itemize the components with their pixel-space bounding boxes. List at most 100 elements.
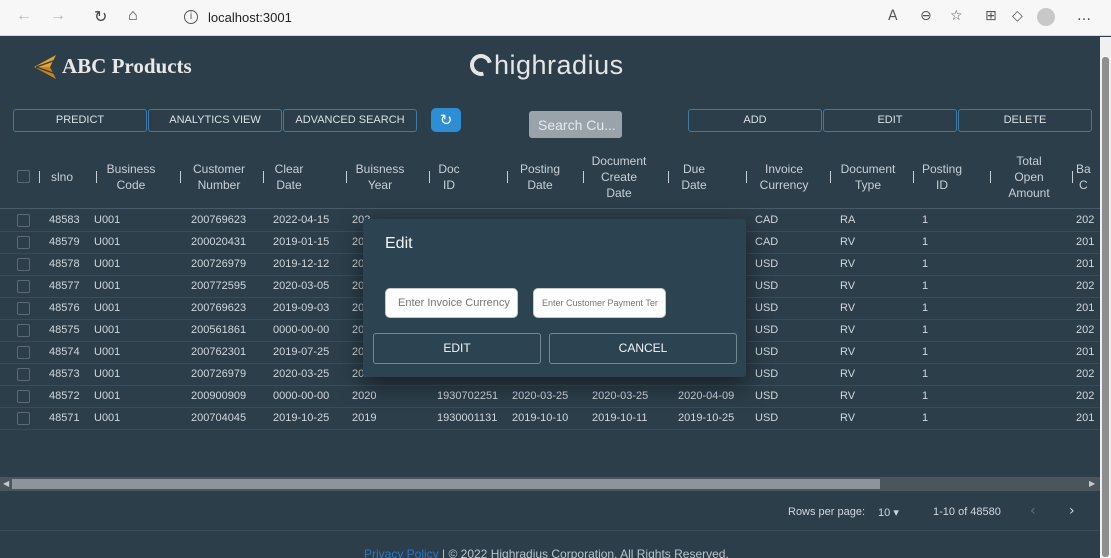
row-checkbox[interactable] — [17, 368, 30, 381]
table-cell: 200726979 — [191, 368, 247, 380]
header-posting-date[interactable]: Posting Date — [512, 144, 568, 209]
header-customer-number[interactable]: Customer Number — [184, 144, 254, 209]
table-cell: 48576 — [49, 302, 80, 314]
row-checkbox[interactable] — [17, 412, 30, 425]
collections-icon[interactable]: ⊞ — [985, 8, 997, 24]
forward-icon[interactable]: → — [50, 7, 66, 25]
analytics-view-button[interactable]: ANALYTICS VIEW — [148, 109, 282, 132]
vertical-scrollbar[interactable] — [1100, 37, 1111, 558]
zoom-icon[interactable]: ⊖ — [920, 8, 932, 24]
row-checkbox[interactable] — [17, 214, 30, 227]
table-cell: USD — [755, 280, 779, 292]
url-text: localhost:3001 — [208, 10, 292, 25]
table-cell: 48578 — [49, 258, 80, 270]
refresh-button[interactable]: ↻ — [431, 108, 461, 132]
info-icon[interactable]: i — [184, 10, 198, 24]
table-cell: 200561861 — [191, 324, 247, 336]
table-cell: 2022-04-15 — [273, 214, 330, 226]
row-checkbox[interactable] — [17, 324, 30, 337]
brand-name: ABC Products — [62, 54, 192, 78]
rows-per-page-select[interactable]: 10 ▾ — [878, 506, 899, 519]
table-cell: 2019-01-15 — [273, 236, 330, 248]
table-cell: 202 — [1076, 280, 1095, 292]
table-row[interactable]: 48572 U001 200900909 0000-00-00 2020 19307022… — [0, 386, 1100, 408]
home-icon[interactable]: ⌂ — [128, 7, 138, 25]
reload-icon[interactable]: ↻ — [94, 7, 107, 27]
table-cell: RV — [840, 412, 856, 424]
table-cell: 200769623 — [191, 214, 247, 226]
delete-button[interactable]: DELETE — [958, 109, 1092, 132]
table-cell: RV — [840, 390, 856, 402]
header-baseline-create[interactable]: Ba C — [1076, 144, 1100, 209]
header-document-type[interactable]: Document Type — [836, 144, 900, 209]
next-page-icon[interactable]: › — [1069, 503, 1075, 519]
table-cell: 2019-10-11 — [592, 412, 648, 424]
back-icon[interactable]: ← — [16, 7, 32, 25]
table-cell: 1 — [922, 368, 929, 380]
invoice-currency-input[interactable]: Enter Invoice Currency — [385, 288, 518, 318]
table-cell: 48574 — [49, 346, 80, 358]
header-invoice-currency[interactable]: Invoice Currency — [752, 144, 816, 209]
scrollbar-thumb[interactable] — [12, 479, 880, 489]
header-clear-date[interactable]: Clear Date — [266, 144, 312, 209]
dialog-edit-button[interactable]: EDIT — [373, 333, 541, 364]
add-button[interactable]: ADD — [688, 109, 822, 132]
header-due-date[interactable]: Due Date — [674, 144, 714, 209]
read-aloud-icon[interactable]: A — [888, 8, 898, 24]
table-cell: USD — [755, 412, 779, 424]
pagination-range: 1-10 of 48580 — [933, 506, 1001, 518]
column-separator — [583, 171, 584, 183]
header-total-open-amount[interactable]: Total Open Amount — [1000, 144, 1058, 209]
previous-page-icon[interactable]: ‹ — [1030, 503, 1036, 519]
row-checkbox[interactable] — [17, 390, 30, 403]
table-cell: 201 — [1076, 236, 1095, 248]
header-business-code[interactable]: Business Code — [100, 144, 162, 209]
row-checkbox[interactable] — [17, 346, 30, 359]
table-cell: 1 — [922, 280, 929, 292]
table-cell: 48573 — [49, 368, 80, 380]
table-cell: 200020431 — [191, 236, 247, 248]
column-separator — [429, 171, 430, 183]
edit-button[interactable]: EDIT — [823, 109, 957, 132]
table-row[interactable]: 48571 U001 200704045 2019-10-25 2019 19300011… — [0, 408, 1100, 430]
horizontal-scrollbar[interactable]: ◀ ▶ — [0, 477, 1100, 491]
table-cell: 200726979 — [191, 258, 247, 270]
table-cell: 48572 — [49, 390, 80, 402]
scroll-left-icon[interactable]: ◀ — [3, 477, 9, 491]
dropdown-arrow-icon: ▾ — [893, 507, 899, 519]
predict-button[interactable]: PREDICT — [13, 109, 147, 132]
table-cell: 200762301 — [191, 346, 247, 358]
table-cell: 1 — [922, 258, 929, 270]
profile-avatar[interactable] — [1037, 8, 1055, 26]
header-buisness-year[interactable]: Buisness Year — [348, 144, 412, 209]
favorite-icon[interactable]: ☆ — [950, 8, 963, 24]
table-cell: 1 — [922, 346, 929, 358]
column-separator — [668, 171, 669, 183]
footer-divider — [0, 530, 1100, 531]
header-slno[interactable]: slno — [42, 144, 82, 209]
header-posting-id[interactable]: Posting ID — [916, 144, 968, 209]
table-cell: 0000-00-00 — [273, 324, 330, 336]
table-cell: 202 — [1076, 324, 1095, 336]
dialog-cancel-button[interactable]: CANCEL — [549, 333, 737, 364]
vertical-scrollbar-thumb[interactable] — [1102, 57, 1109, 557]
advanced-search-button[interactable]: ADVANCED SEARCH — [283, 109, 417, 132]
privacy-policy-link[interactable]: Privacy Policy — [364, 547, 439, 558]
row-checkbox[interactable] — [17, 302, 30, 315]
search-input[interactable]: Search Cu... — [529, 111, 622, 138]
table-cell: RV — [840, 280, 856, 292]
more-icon[interactable]: … — [1077, 8, 1091, 24]
table-cell: 2019-10-10 — [512, 412, 569, 424]
table-cell: USD — [755, 346, 779, 358]
row-checkbox[interactable] — [17, 258, 30, 271]
table-cell: 2020-03-25 — [512, 390, 569, 402]
row-checkbox[interactable] — [17, 280, 30, 293]
header-document-create-date[interactable]: Document Create Date — [588, 144, 650, 209]
scroll-right-icon[interactable]: ▶ — [1089, 477, 1095, 491]
select-all-checkbox[interactable] — [17, 170, 30, 183]
extensions-icon[interactable]: ◇ — [1012, 8, 1023, 24]
row-checkbox[interactable] — [17, 236, 30, 249]
header-doc-id[interactable]: Doc ID — [434, 144, 464, 209]
customer-payment-terms-input[interactable]: Enter Customer Payment Ter — [533, 288, 666, 318]
table-cell: RV — [840, 346, 856, 358]
